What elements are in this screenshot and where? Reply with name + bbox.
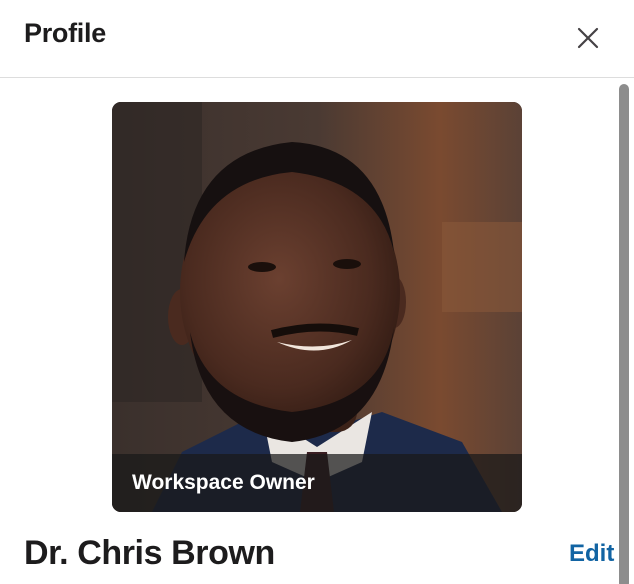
close-button[interactable] [568,18,608,58]
profile-photo-image [112,102,522,512]
profile-photo[interactable]: Workspace Owner [112,102,522,512]
workspace-owner-label: Workspace Owner [132,471,315,494]
profile-name: Dr. Chris Brown [24,534,275,572]
workspace-owner-badge: Workspace Owner [112,454,522,512]
scrollbar-thumb[interactable] [619,84,629,584]
panel-title: Profile [24,18,106,48]
profile-panel: Profile Workspace Owner Dr. Chris Brown … [0,0,634,584]
panel-header: Profile [0,0,634,78]
edit-profile-link[interactable]: Edit [569,540,614,568]
close-icon [577,27,599,49]
